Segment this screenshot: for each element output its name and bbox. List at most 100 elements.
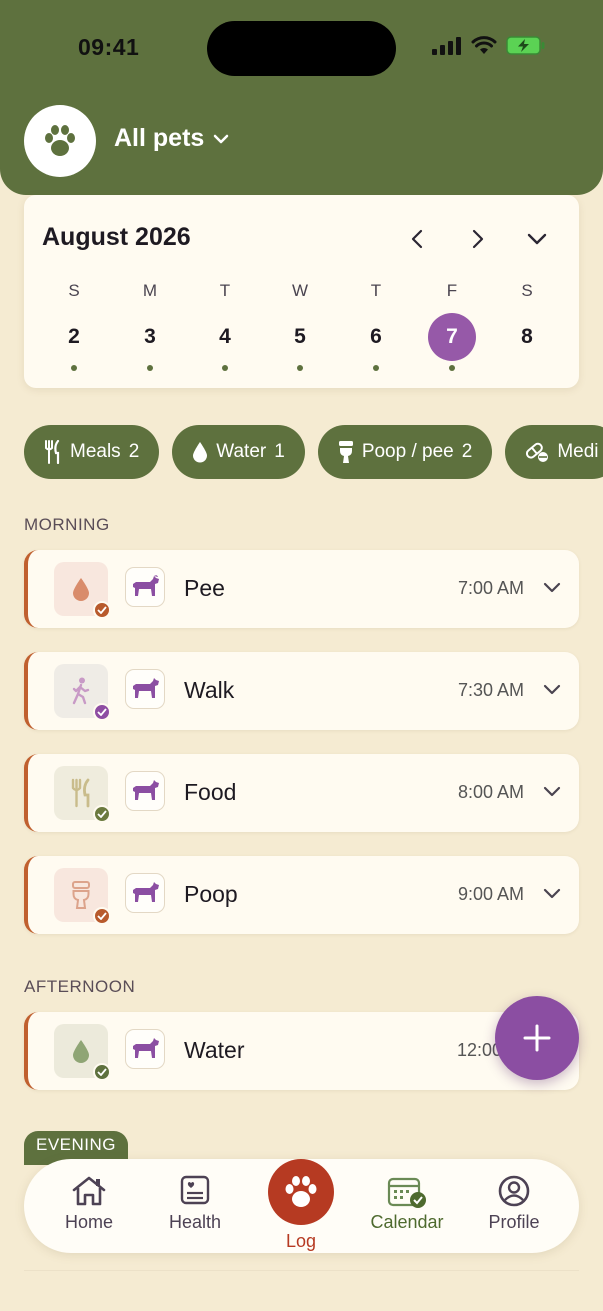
- bottom-tab-bar: Home Health Log Calendar Profile: [24, 1159, 579, 1253]
- water-drop-icon: [193, 442, 208, 463]
- pet-selector[interactable]: All pets: [114, 124, 229, 153]
- day-letter: T: [370, 281, 382, 300]
- day-cell[interactable]: S 2: [49, 279, 99, 371]
- log-entry-water[interactable]: Water 12:00 P: [24, 1012, 579, 1090]
- day-letter: M: [142, 281, 158, 300]
- entry-time: 9:00 AM: [457, 884, 524, 904]
- chip-count: 1: [274, 441, 285, 462]
- entry-name: Poop: [184, 881, 238, 907]
- tab-home[interactable]: Home: [39, 1159, 139, 1233]
- drop-icon: [73, 1040, 89, 1063]
- chip-label: Medi: [557, 441, 599, 462]
- tab-calendar[interactable]: Calendar: [357, 1159, 457, 1233]
- walk-icon: [72, 677, 90, 705]
- day-letter: W: [291, 281, 309, 300]
- dog-icon: [133, 780, 159, 800]
- pill-icon: [526, 442, 549, 462]
- expand-entry-button[interactable]: [543, 580, 561, 598]
- day-letter: F: [446, 281, 458, 300]
- day-letter: T: [219, 281, 231, 300]
- day-cell[interactable]: T 4: [200, 279, 250, 371]
- pet-avatar[interactable]: [24, 105, 96, 177]
- log-entry-food[interactable]: Food 8:00 AM: [24, 754, 579, 832]
- pet-avatar-small: [125, 669, 165, 709]
- entry-time: 7:00 AM: [457, 578, 524, 598]
- add-entry-button[interactable]: [495, 996, 579, 1080]
- day-activity-dot: [449, 365, 455, 371]
- section-label-morning: MORNING: [24, 515, 110, 534]
- tab-health[interactable]: Health: [145, 1159, 245, 1233]
- entry-name: Pee: [184, 575, 225, 601]
- chip-count: 2: [128, 441, 140, 462]
- check-icon: [93, 907, 111, 925]
- day-activity-dot: [297, 365, 303, 371]
- tab-profile[interactable]: Profile: [464, 1159, 564, 1233]
- day-number: 5: [294, 325, 306, 348]
- dog-icon: [133, 575, 159, 596]
- expand-entry-button[interactable]: [543, 784, 561, 802]
- chevron-down-icon: [543, 684, 561, 695]
- app-header: 09:41 All pets: [0, 0, 603, 195]
- section-label-afternoon: AFTERNOON: [24, 977, 136, 996]
- chevron-down-icon: [543, 786, 561, 797]
- pet-avatar-small: [125, 873, 165, 913]
- entry-type-badge: [54, 868, 111, 925]
- day-cell[interactable]: T 6: [351, 279, 401, 371]
- day-cell[interactable]: M 3: [125, 279, 175, 371]
- status-icons: [432, 36, 546, 55]
- day-number: 7: [428, 313, 476, 361]
- filter-chips: Meals 2 Water 1 Poop / pee 2 Medi: [24, 425, 603, 479]
- day-letter: S: [68, 281, 80, 300]
- dynamic-island: [207, 21, 396, 76]
- paw-icon: [45, 125, 75, 156]
- chip-meals[interactable]: Meals 2: [24, 425, 160, 479]
- day-activity-dot: [373, 365, 379, 371]
- log-entry-walk[interactable]: Walk 7:30 AM: [24, 652, 579, 730]
- tab-log[interactable]: [268, 1159, 334, 1225]
- chip-label: Water: [216, 441, 267, 462]
- month-title: August 2026: [42, 223, 191, 251]
- status-time: 09:41: [78, 34, 140, 60]
- day-number: 6: [370, 325, 382, 348]
- chip-poop-pee[interactable]: Poop / pee 2: [317, 425, 493, 479]
- chevron-left-icon: [411, 229, 423, 249]
- entry-time: 8:00 AM: [457, 782, 524, 802]
- check-icon: [93, 805, 111, 823]
- expand-calendar-button[interactable]: [523, 225, 551, 253]
- expand-entry-button[interactable]: [543, 886, 561, 904]
- health-icon: [180, 1175, 210, 1205]
- day-cell[interactable]: S 8: [502, 279, 552, 361]
- day-cell-selected[interactable]: F 7: [427, 279, 477, 371]
- check-icon: [93, 703, 111, 721]
- dog-icon: [133, 882, 159, 902]
- day-number: 8: [521, 325, 533, 348]
- chevron-down-icon: [214, 134, 229, 143]
- check-icon: [93, 601, 111, 619]
- chip-label: Poop / pee: [361, 441, 454, 462]
- toilet-icon: [338, 441, 353, 463]
- log-entry-pee[interactable]: Pee 7:00 AM: [24, 550, 579, 628]
- tab-label: Calendar: [370, 1212, 444, 1232]
- chip-water[interactable]: Water 1: [172, 425, 305, 479]
- day-cell[interactable]: W 5: [275, 279, 325, 371]
- wifi-icon: [471, 36, 497, 54]
- prev-week-button[interactable]: [403, 225, 431, 253]
- entry-type-badge: [54, 766, 111, 823]
- day-number: 2: [68, 325, 80, 348]
- week-strip: S 2 M 3 T 4 W 5 T 6 F 7 S 8: [48, 279, 552, 374]
- chip-medication[interactable]: Medi: [505, 425, 603, 479]
- day-activity-dot: [222, 365, 228, 371]
- home-icon: [72, 1176, 106, 1206]
- tab-log-label: Log: [285, 1231, 317, 1251]
- next-week-button[interactable]: [464, 225, 492, 253]
- drop-icon: [73, 578, 89, 601]
- day-number: 3: [144, 325, 156, 348]
- dog-icon: [133, 1038, 159, 1058]
- expand-entry-button[interactable]: [543, 682, 561, 700]
- entry-type-badge: [54, 664, 111, 721]
- log-entry-poop[interactable]: Poop 9:00 AM: [24, 856, 579, 934]
- entry-time: 7:30 AM: [457, 680, 524, 700]
- entry-type-badge: [54, 562, 111, 619]
- pet-avatar-small: [125, 1029, 165, 1069]
- chip-count: 2: [461, 441, 473, 462]
